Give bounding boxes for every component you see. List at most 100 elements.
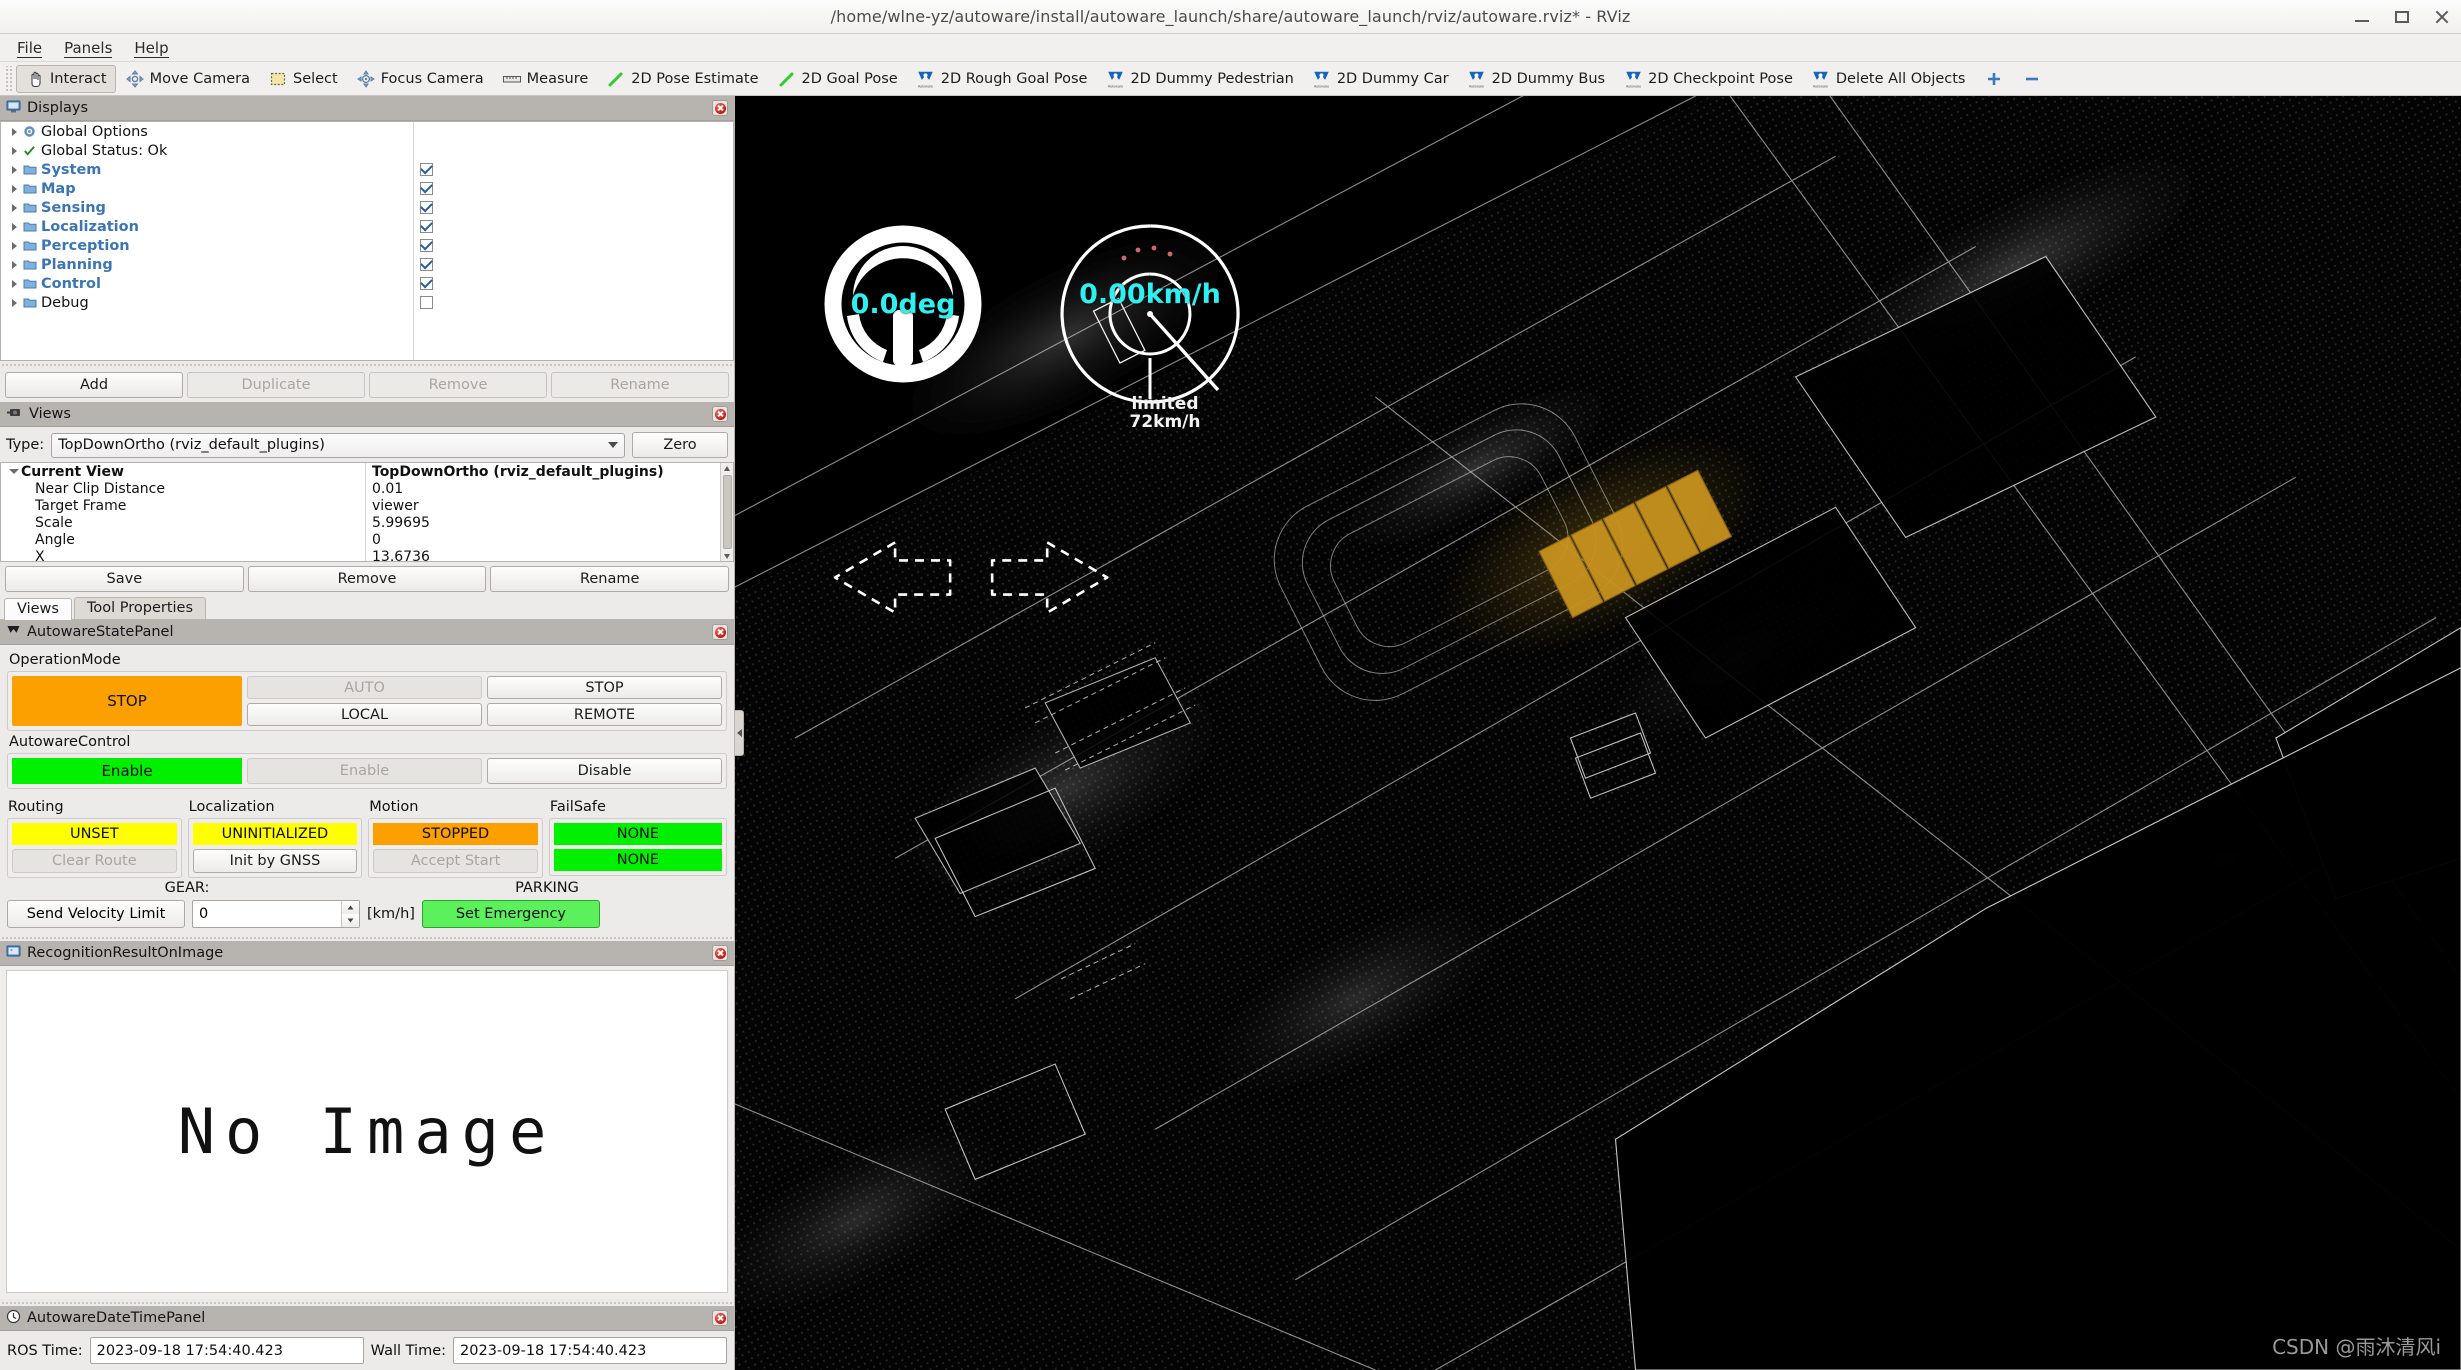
display-row-global-options[interactable]: Global Options — [1, 122, 413, 141]
state-panel-resize-grip[interactable] — [0, 934, 734, 941]
property-value[interactable]: 5.99695 — [366, 514, 720, 531]
menu-panels[interactable]: Panels — [53, 37, 123, 59]
stepper-down-icon[interactable] — [342, 914, 359, 927]
add-tool-button[interactable] — [1975, 65, 2013, 93]
render-viewport[interactable]: 0.0deg 0.00km/h limited — [735, 96, 2461, 1370]
send-velocity-limit-button[interactable]: Send Velocity Limit — [7, 900, 185, 928]
zero-view-button[interactable]: Zero — [632, 432, 728, 458]
save-view-button[interactable]: Save — [5, 566, 244, 592]
velocity-limit-input[interactable]: 0 — [192, 900, 360, 928]
menu-file[interactable]: File — [6, 37, 53, 59]
pointcloud-map-render — [735, 96, 2461, 1370]
chevron-right-icon[interactable] — [7, 296, 21, 310]
display-checkbox-localization[interactable] — [420, 220, 433, 233]
scrollbar-thumb[interactable] — [723, 475, 732, 549]
views-panel-close-button[interactable] — [712, 406, 728, 422]
wall-time-field[interactable]: 2023-09-18 17:54:40.423 — [453, 1337, 727, 1364]
add-display-button[interactable]: Add — [5, 372, 183, 398]
display-checkbox-planning[interactable] — [420, 258, 433, 271]
view-property-row[interactable]: Angle — [1, 531, 365, 548]
tool-2d-dummy-bus[interactable]: Autoware 2D Dummy Bus — [1458, 65, 1615, 93]
remote-mode-button[interactable]: REMOTE — [487, 703, 722, 726]
display-row-perception[interactable]: Perception — [1, 236, 413, 255]
remove-tool-button[interactable] — [2013, 65, 2051, 93]
view-property-row[interactable]: Target Frame — [1, 497, 365, 514]
stop-mode-button[interactable]: STOP — [487, 676, 722, 699]
init-by-gnss-button[interactable]: Init by GNSS — [193, 849, 358, 873]
display-checkbox-map[interactable] — [420, 182, 433, 195]
tab-tool-properties[interactable]: Tool Properties — [74, 597, 206, 619]
view-property-row[interactable]: X — [1, 548, 365, 562]
display-row-system[interactable]: System — [1, 160, 413, 179]
current-view-row[interactable]: Current View — [1, 463, 365, 480]
view-property-row[interactable]: Scale — [1, 514, 365, 531]
scroll-up-icon[interactable] — [722, 463, 733, 474]
tool-select[interactable]: Select — [259, 65, 347, 93]
chevron-right-icon[interactable] — [7, 277, 21, 291]
tool-2d-dummy-pedestrian[interactable]: Autoware 2D Dummy Pedestrian — [1096, 65, 1302, 93]
display-checkbox-debug[interactable] — [420, 296, 433, 309]
tool-2d-goal-pose[interactable]: 2D Goal Pose — [768, 65, 907, 93]
local-mode-button[interactable]: LOCAL — [247, 703, 482, 726]
chevron-right-icon[interactable] — [7, 163, 21, 177]
state-panel-close-button[interactable] — [712, 624, 728, 640]
collapse-left-dock-handle[interactable] — [735, 710, 744, 756]
tool-focus-camera[interactable]: Focus Camera — [347, 65, 493, 93]
tool-delete-all-objects[interactable]: Autoware Delete All Objects — [1802, 65, 1975, 93]
close-button[interactable] — [2433, 8, 2451, 26]
property-value[interactable]: 0.01 — [366, 480, 720, 497]
recognition-panel-resize-grip[interactable] — [0, 1299, 734, 1306]
displays-panel-close-button[interactable] — [712, 100, 728, 116]
displays-panel-resize-grip[interactable] — [0, 361, 734, 368]
tool-2d-pose-estimate[interactable]: 2D Pose Estimate — [597, 65, 767, 93]
chevron-down-icon[interactable] — [7, 465, 21, 479]
display-row-planning[interactable]: Planning — [1, 255, 413, 274]
rename-view-button[interactable]: Rename — [490, 566, 729, 592]
tool-move-camera[interactable]: Move Camera — [116, 65, 259, 93]
chevron-right-icon[interactable] — [7, 125, 21, 139]
display-row-sensing[interactable]: Sensing — [1, 198, 413, 217]
display-checkbox-sensing[interactable] — [420, 201, 433, 214]
set-emergency-button[interactable]: Set Emergency — [422, 900, 600, 928]
chevron-right-icon[interactable] — [7, 201, 21, 215]
property-value[interactable]: 13.6736 — [366, 548, 720, 562]
remove-view-button[interactable]: Remove — [248, 566, 487, 592]
display-checkbox-perception[interactable] — [420, 239, 433, 252]
control-disable-button[interactable]: Disable — [487, 758, 722, 784]
chevron-right-icon[interactable] — [7, 220, 21, 234]
stepper-up-icon[interactable] — [342, 901, 359, 914]
property-value[interactable]: 0 — [366, 531, 720, 548]
tool-2d-checkpoint-pose[interactable]: Autoware 2D Checkpoint Pose — [1614, 65, 1802, 93]
tool-measure[interactable]: Measure — [493, 65, 598, 93]
view-properties-scrollbar[interactable] — [720, 463, 733, 561]
menu-help[interactable]: Help — [123, 37, 179, 59]
display-row-global-status[interactable]: Global Status: Ok — [1, 141, 413, 160]
view-property-row[interactable]: Near Clip Distance — [1, 480, 365, 497]
display-row-debug[interactable]: Debug — [1, 293, 413, 312]
chevron-right-icon[interactable] — [7, 182, 21, 196]
toolbar-drag-handle[interactable] — [4, 66, 13, 92]
datetime-panel-close-button[interactable] — [712, 1310, 728, 1326]
property-value[interactable]: viewer — [366, 497, 720, 514]
tool-interact[interactable]: Interact — [16, 65, 116, 93]
ros-time-field[interactable]: 2023-09-18 17:54:40.423 — [90, 1337, 364, 1364]
view-properties-table[interactable]: Current View Near Clip Distance Target F… — [0, 462, 734, 562]
scroll-down-icon[interactable] — [722, 550, 733, 561]
minimize-button[interactable] — [2353, 8, 2371, 26]
chevron-right-icon[interactable] — [7, 144, 21, 158]
recognition-panel-close-button[interactable] — [712, 945, 728, 961]
velocity-stepper[interactable] — [341, 901, 359, 927]
view-type-select[interactable]: TopDownOrtho (rviz_default_plugins) — [51, 433, 625, 458]
display-row-localization[interactable]: Localization — [1, 217, 413, 236]
tab-views[interactable]: Views — [4, 598, 72, 620]
tool-2d-dummy-car[interactable]: Autoware 2D Dummy Car — [1303, 65, 1458, 93]
display-row-map[interactable]: Map — [1, 179, 413, 198]
chevron-right-icon[interactable] — [7, 258, 21, 272]
display-checkbox-control[interactable] — [420, 277, 433, 290]
chevron-right-icon[interactable] — [7, 239, 21, 253]
displays-tree[interactable]: Global Options Global Status: Ok — [0, 121, 734, 361]
maximize-button[interactable] — [2393, 8, 2411, 26]
tool-2d-rough-goal-pose[interactable]: Autoware 2D Rough Goal Pose — [907, 65, 1097, 93]
display-checkbox-system[interactable] — [420, 163, 433, 176]
display-row-control[interactable]: Control — [1, 274, 413, 293]
